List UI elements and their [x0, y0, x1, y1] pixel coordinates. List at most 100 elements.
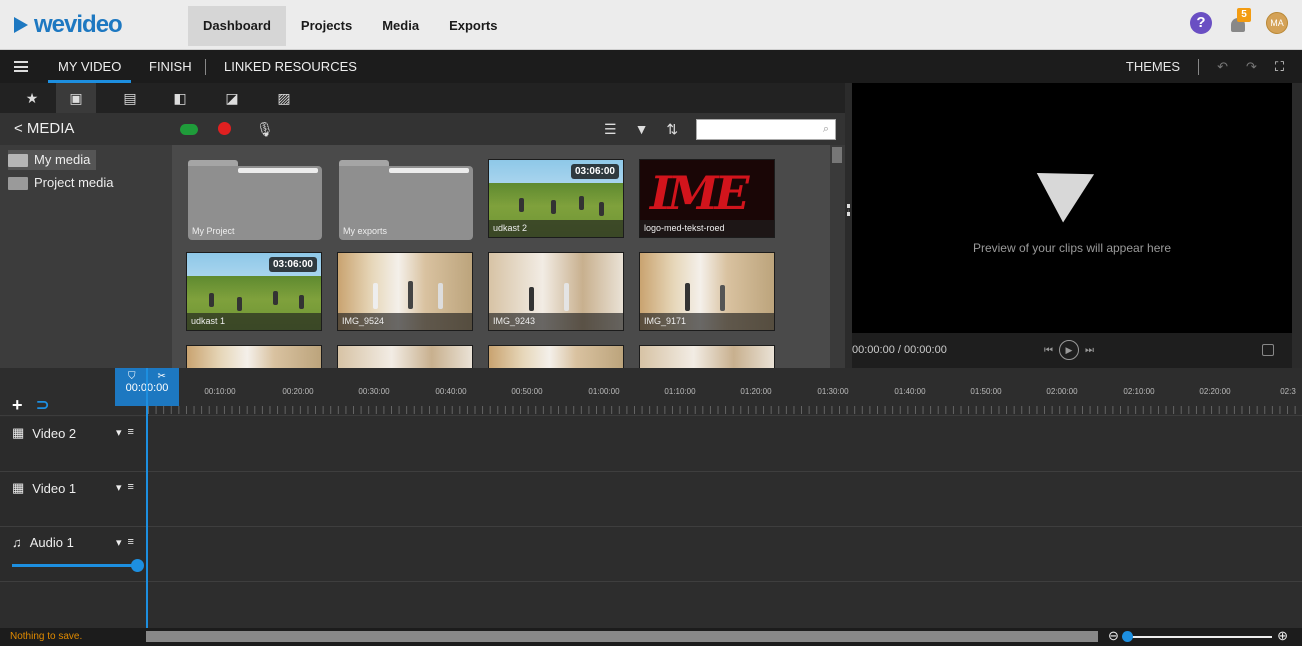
track-menu-icon[interactable]: ≡	[128, 481, 134, 494]
favorites-star-icon[interactable]: ★	[12, 83, 52, 113]
media-image-tile[interactable]: IME logo-med-tekst-roed	[639, 159, 775, 238]
tile-label: IMG_9524	[338, 313, 472, 330]
nav-projects[interactable]: Projects	[286, 6, 367, 46]
fullscreen-icon[interactable]: ⛶	[1275, 59, 1284, 75]
hamburger-menu-icon[interactable]	[14, 61, 28, 72]
my-media-folder-icon[interactable]: ▣	[56, 83, 96, 113]
skip-back-icon[interactable]: ⏮	[1044, 345, 1053, 356]
tile-label: My Project	[192, 226, 235, 236]
transitions-icon[interactable]: ◪	[212, 83, 252, 113]
help-icon[interactable]: ?	[1190, 12, 1212, 34]
snap-magnet-icon[interactable]: ⊃	[36, 395, 49, 415]
media-scrollbar[interactable]	[830, 145, 845, 368]
preview-message: Preview of your clips will appear here	[972, 241, 1172, 255]
zoom-in-icon[interactable]: ⊕	[1277, 628, 1288, 644]
media-image-tile[interactable]: IMG_9243	[488, 252, 624, 331]
sort-icon[interactable]: ⇅	[666, 113, 678, 145]
tab-linked-resources[interactable]: LINKED RESOURCES	[224, 50, 357, 83]
actions-separator	[1198, 58, 1200, 75]
nav-exports[interactable]: Exports	[434, 6, 512, 46]
track-menu-icon[interactable]: ≡	[128, 426, 134, 439]
track-audio-1[interactable]: ♫ Audio 1 ▾ ≡	[0, 527, 1302, 582]
text-titles-icon[interactable]: ▤	[110, 83, 150, 113]
wevideo-logo[interactable]: wevideo	[14, 11, 123, 38]
ruler-label: 01:30:00	[817, 387, 849, 396]
music-library-icon[interactable]: ◧	[160, 83, 200, 113]
tile-label: IMG_9243	[489, 313, 623, 330]
ruler-label: 01:00:00	[588, 387, 620, 396]
volume-knob[interactable]	[131, 559, 144, 572]
media-back-button[interactable]: < MEDIA	[14, 113, 74, 145]
track-video-2[interactable]: ▦ Video 2 ▾ ≡	[0, 417, 1302, 472]
panel-resize-handle[interactable]	[845, 83, 852, 368]
image-thumbnail	[338, 346, 472, 368]
folder-icon	[8, 176, 28, 190]
user-avatar[interactable]: MA	[1266, 12, 1288, 34]
tree-item-my-media[interactable]: My media	[8, 150, 97, 170]
upload-cloud-icon[interactable]	[180, 124, 198, 135]
ruler-label: 01:10:00	[664, 387, 696, 396]
media-search-input[interactable]: ⌕	[696, 119, 836, 140]
media-image-tile[interactable]	[337, 345, 473, 368]
ruler-ticks	[148, 406, 1298, 414]
status-bar: Nothing to save. ⊖ ⊕	[0, 628, 1302, 646]
split-scissors-icon[interactable]: ✂	[158, 371, 166, 382]
tree-item-project-media[interactable]: Project media	[8, 173, 119, 193]
redo-icon[interactable]: ↷	[1246, 59, 1257, 75]
play-button[interactable]: ▶	[1059, 340, 1079, 360]
playhead-line[interactable]	[146, 368, 148, 628]
record-icon[interactable]	[218, 122, 231, 135]
track-dropdown-icon[interactable]: ▾	[116, 536, 122, 549]
media-image-tile[interactable]	[488, 345, 624, 368]
notifications-bell-icon[interactable]: 5	[1228, 8, 1251, 34]
themes-button[interactable]: THEMES	[1126, 59, 1180, 74]
timeline-ruler[interactable]: + ⊃ ⛉✂ 00:00:00 00:10:00 00:20:00 00:30:…	[0, 368, 1302, 416]
ruler-label: 01:40:00	[894, 387, 926, 396]
marker-shield-icon[interactable]: ⛉	[128, 371, 136, 382]
scrollbar-thumb[interactable]	[832, 147, 842, 163]
microphone-icon[interactable]: 🎙	[256, 121, 274, 138]
search-icon: ⌕	[822, 123, 829, 135]
ruler-label: 00:50:00	[511, 387, 543, 396]
wevideo-play-icon	[1036, 149, 1108, 223]
undo-icon[interactable]: ↶	[1217, 59, 1228, 75]
tab-my-video[interactable]: MY VIDEO	[48, 50, 132, 83]
timeline-zoom-control[interactable]: ⊖ ⊕	[1108, 628, 1288, 644]
media-image-tile[interactable]	[639, 345, 775, 368]
track-video-1[interactable]: ▦ Video 1 ▾ ≡	[0, 472, 1302, 527]
ruler-label: 01:20:00	[740, 387, 772, 396]
nav-media[interactable]: Media	[367, 6, 434, 46]
preview-timecode: 00:00:00 / 00:00:00	[852, 344, 947, 356]
track-dropdown-icon[interactable]: ▾	[116, 426, 122, 439]
tile-label: IMG_9171	[640, 313, 774, 330]
timeline-horizontal-scrollbar[interactable]	[146, 631, 1098, 642]
zoom-slider-knob[interactable]	[1122, 631, 1133, 642]
ruler-label: 02:10:00	[1123, 387, 1155, 396]
track-menu-icon[interactable]: ≡	[128, 536, 134, 549]
track-header: ♫ Audio 1 ▾ ≡	[0, 527, 148, 581]
list-view-icon[interactable]: ☰	[604, 113, 617, 145]
media-source-bar: ★ ▣ ▤ ◧ ◪ ▨	[0, 83, 845, 113]
tab-finish[interactable]: FINISH	[149, 50, 192, 83]
media-folder-tile[interactable]: My Project	[188, 160, 322, 240]
zoom-out-icon[interactable]: ⊖	[1108, 628, 1119, 644]
audio-volume-slider[interactable]	[12, 559, 144, 572]
skip-forward-icon[interactable]: ⏭	[1085, 345, 1094, 356]
nav-dashboard[interactable]: Dashboard	[188, 6, 286, 46]
folder-open-icon	[8, 153, 28, 167]
zoom-slider-track[interactable]	[1124, 636, 1272, 638]
media-folder-tile[interactable]: My exports	[339, 160, 473, 240]
media-grid: My Project My exports 03:06:00 udkast 2 …	[172, 145, 830, 368]
images-library-icon[interactable]: ▨	[264, 83, 304, 113]
media-video-tile[interactable]: 03:06:00 udkast 1	[186, 252, 322, 331]
media-video-tile[interactable]: 03:06:00 udkast 2	[488, 159, 624, 238]
add-track-icon[interactable]: +	[12, 395, 23, 416]
film-icon: ▦	[12, 425, 25, 440]
media-image-tile[interactable]: IMG_9171	[639, 252, 775, 331]
preview-fullscreen-icon[interactable]	[1262, 344, 1274, 356]
track-name: Audio 1	[29, 535, 74, 550]
media-image-tile[interactable]	[186, 345, 322, 368]
filter-icon[interactable]: ▼	[635, 113, 649, 145]
track-dropdown-icon[interactable]: ▾	[116, 481, 122, 494]
media-image-tile[interactable]: IMG_9524	[337, 252, 473, 331]
